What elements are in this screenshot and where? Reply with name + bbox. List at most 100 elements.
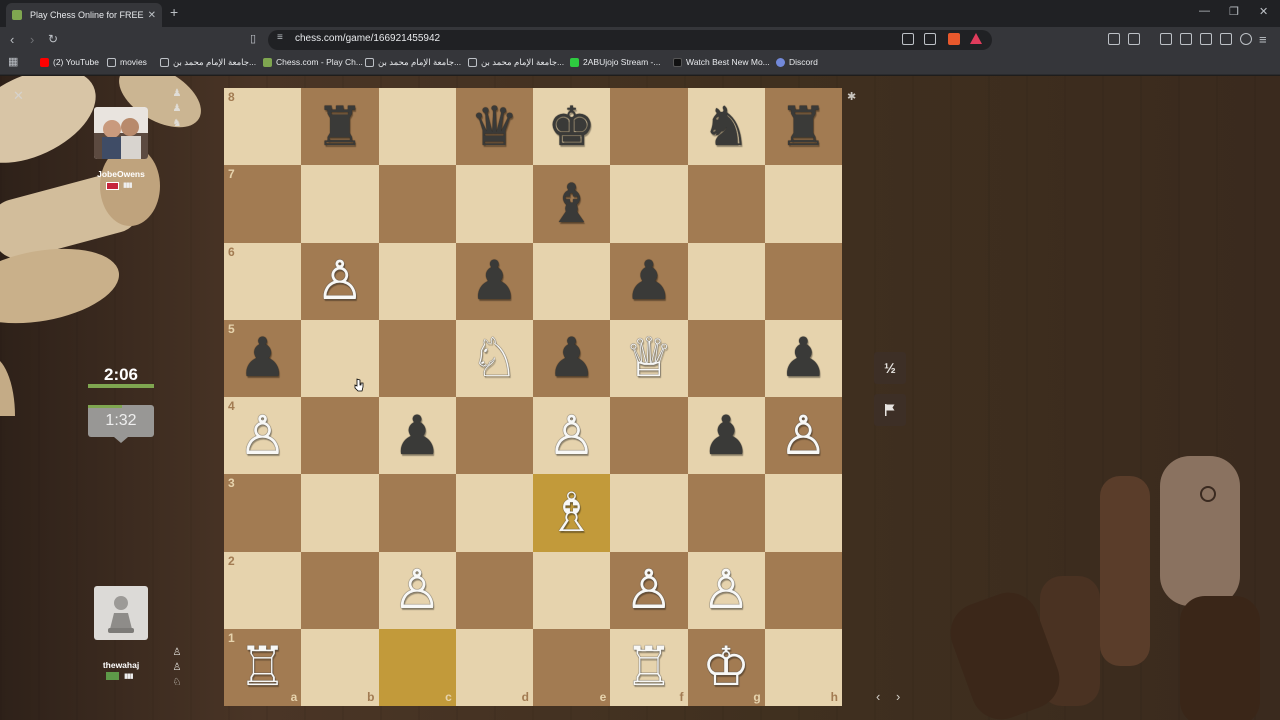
square-c1[interactable]: c [378, 628, 456, 706]
sidebar-icon[interactable] [1180, 33, 1192, 45]
square-a2[interactable]: 2 [224, 551, 302, 629]
black-pawn-g4[interactable]: ♟ [688, 397, 765, 474]
square-f8[interactable] [610, 88, 688, 166]
white-pawn-h4[interactable]: ♙ [765, 397, 842, 474]
black-king-e8[interactable]: ♚ [533, 88, 610, 165]
square-b1[interactable]: b [301, 628, 379, 706]
black-queen-d8[interactable]: ♛ [456, 88, 533, 165]
square-h1[interactable]: h [764, 628, 842, 706]
bookmark-item[interactable]: 2ABUjojo Stream -... [570, 57, 660, 67]
leo-icon[interactable] [1220, 33, 1232, 45]
square-d2[interactable] [455, 551, 533, 629]
move-navigation-arrows[interactable]: ‹ › [876, 689, 906, 704]
back-icon[interactable]: ‹ [10, 32, 14, 47]
brave-rewards-icon[interactable] [970, 33, 982, 44]
chess-board[interactable]: 8 7 6 5 4 3 2 1 a b c d e f g h ♜ ♛ ♚ ♞ ♜ ♝ ♙ ♟ ♟ ♟ ♘ ♟ ♕ ♟ ♙ ♟ ♙ ♟ ♙ ♗ ♙ ♙ ♙ ♖… [224, 88, 842, 706]
bookmark-icon[interactable]: ▯ [250, 32, 256, 45]
square-g3[interactable] [687, 474, 765, 552]
player-name[interactable]: thewahaj [81, 660, 161, 670]
square-b3[interactable] [301, 474, 379, 552]
square-d4[interactable] [455, 397, 533, 475]
bookmark-item[interactable]: Discord [776, 57, 818, 67]
black-pawn-f6[interactable]: ♟ [610, 243, 687, 320]
bookmark-item[interactable]: جامعة الإمام محمد بن... [365, 57, 461, 68]
white-rook-a1[interactable]: ♖ [224, 629, 301, 706]
white-pawn-c2[interactable]: ♙ [379, 552, 456, 629]
square-e2[interactable] [533, 551, 611, 629]
site-info-icon[interactable]: ≡ [277, 32, 283, 43]
bookmark-item[interactable]: (2) YouTube [40, 57, 99, 67]
white-knight-d5[interactable]: ♘ [456, 320, 533, 397]
white-pawn-e4[interactable]: ♙ [533, 397, 610, 474]
offer-draw-button[interactable]: ½ [874, 352, 906, 384]
square-d3[interactable] [455, 474, 533, 552]
square-b2[interactable] [301, 551, 379, 629]
wallet-icon[interactable] [1200, 33, 1212, 45]
square-h6[interactable] [764, 242, 842, 320]
black-pawn-c4[interactable]: ♟ [379, 397, 456, 474]
share-icon[interactable] [924, 33, 936, 45]
square-e6[interactable] [533, 242, 611, 320]
square-c7[interactable] [378, 165, 456, 243]
menu-icon[interactable]: ≡ [1259, 32, 1267, 47]
bookmark-item[interactable]: Chess.com - Play Ch... [263, 57, 363, 67]
square-c6[interactable] [378, 242, 456, 320]
resign-button[interactable] [874, 394, 906, 426]
minimize-button[interactable]: — [1199, 5, 1210, 17]
square-b4[interactable] [301, 397, 379, 475]
screenshot-icon[interactable] [1128, 33, 1140, 45]
bookmark-item[interactable]: جامعة الإمام محمد بن... [160, 57, 256, 68]
square-a8[interactable]: 8 [224, 88, 302, 166]
black-pawn-d6[interactable]: ♟ [456, 243, 533, 320]
square-c3[interactable] [378, 474, 456, 552]
white-pawn-a4[interactable]: ♙ [224, 397, 301, 474]
square-d1[interactable]: d [455, 628, 533, 706]
square-g6[interactable] [687, 242, 765, 320]
bookmark-item[interactable]: movies [107, 57, 147, 67]
square-c8[interactable] [378, 88, 456, 166]
square-f7[interactable] [610, 165, 688, 243]
vpn-icon[interactable] [1240, 33, 1252, 45]
media-icon[interactable] [1160, 33, 1172, 45]
white-pawn-g2[interactable]: ♙ [688, 552, 765, 629]
apps-grid-icon[interactable]: ▦ [8, 55, 18, 68]
square-b7[interactable] [301, 165, 379, 243]
player-avatar[interactable] [94, 586, 148, 640]
white-bishop-e3[interactable]: ♗ [533, 474, 610, 551]
square-a3[interactable]: 3 [224, 474, 302, 552]
square-d7[interactable] [455, 165, 533, 243]
board-settings-icon[interactable]: ✱ [847, 90, 856, 103]
white-pawn-f2[interactable]: ♙ [610, 552, 687, 629]
forward-icon[interactable]: › [30, 32, 34, 47]
window-close-button[interactable]: ✕ [1259, 5, 1268, 18]
square-a6[interactable]: 6 [224, 242, 302, 320]
browser-tab[interactable]: Play Chess Online for FREE - ✕ [6, 3, 162, 27]
brave-shields-icon[interactable] [948, 33, 960, 45]
square-f4[interactable] [610, 397, 688, 475]
new-tab-button[interactable]: + [170, 4, 178, 20]
square-b5[interactable] [301, 319, 379, 397]
opponent-name[interactable]: JobeOwens [81, 169, 161, 179]
black-pawn-a5[interactable]: ♟ [224, 320, 301, 397]
black-pawn-e5[interactable]: ♟ [533, 320, 610, 397]
white-rook-f1[interactable]: ♖ [610, 629, 687, 706]
black-knight-g8[interactable]: ♞ [688, 88, 765, 165]
square-g7[interactable] [687, 165, 765, 243]
bookmark-item[interactable]: جامعة الإمام محمد بن... [468, 57, 564, 68]
square-h7[interactable] [764, 165, 842, 243]
black-pawn-h5[interactable]: ♟ [765, 320, 842, 397]
restore-button[interactable]: ❐ [1229, 5, 1239, 18]
square-f3[interactable] [610, 474, 688, 552]
tab-close-icon[interactable]: ✕ [148, 10, 156, 21]
opponent-avatar[interactable] [94, 107, 148, 159]
extensions-icon[interactable] [1108, 33, 1120, 45]
black-bishop-e7[interactable]: ♝ [533, 165, 610, 242]
white-queen-f5[interactable]: ♕ [610, 320, 687, 397]
square-e1[interactable]: e [533, 628, 611, 706]
square-h3[interactable] [764, 474, 842, 552]
square-g5[interactable] [687, 319, 765, 397]
black-rook-b8[interactable]: ♜ [301, 88, 378, 165]
close-icon[interactable]: ✕ [13, 88, 24, 104]
square-a7[interactable]: 7 [224, 165, 302, 243]
white-pawn-b6[interactable]: ♙ [301, 243, 378, 320]
